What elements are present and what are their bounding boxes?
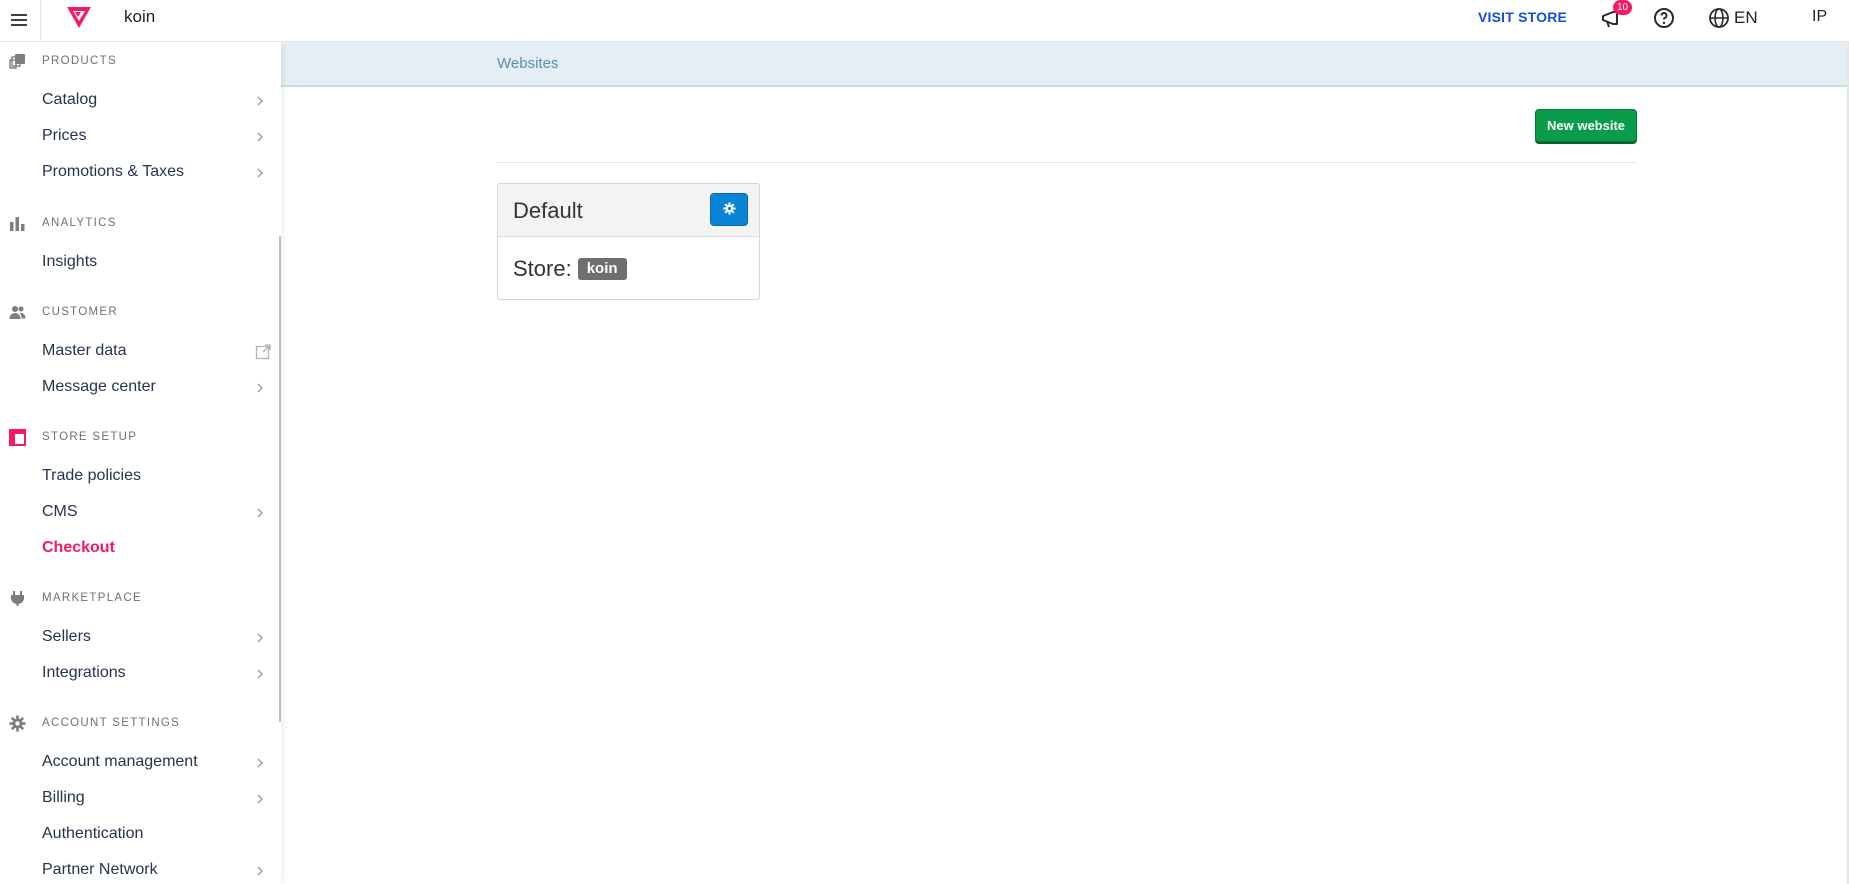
sidebar-item-label: Catalog: [42, 91, 98, 108]
plug-icon: [9, 590, 26, 607]
section-title: STORE SETUP: [42, 431, 138, 443]
store-setup-icon: [9, 429, 26, 446]
sidebar: PRODUCTS Catalog Prices Promotions & Tax…: [0, 42, 281, 884]
sidebar-item-sellers[interactable]: Sellers: [0, 622, 279, 654]
language-label: EN: [1734, 8, 1758, 27]
website-card: Default Store: koin: [497, 183, 760, 300]
notification-badge: 10: [1613, 0, 1632, 15]
store-label: Store:: [513, 256, 572, 281]
sidebar-item-label: CMS: [42, 503, 78, 520]
card-body: Store: koin: [513, 256, 627, 282]
visit-store-link[interactable]: VISIT STORE: [1478, 9, 1567, 25]
settings-button[interactable]: [710, 193, 748, 226]
sidebar-item-label: Partner Network: [42, 861, 158, 878]
divider: [497, 162, 1637, 163]
vtex-logo-icon[interactable]: [64, 4, 94, 30]
sidebar-item-prices[interactable]: Prices: [0, 121, 279, 153]
chevron-right-icon: [257, 669, 263, 679]
chevron-right-icon: [257, 132, 263, 142]
sidebar-item-label: Integrations: [42, 664, 126, 681]
external-link-icon: [255, 344, 271, 360]
sidebar-scrollbar[interactable]: [279, 236, 281, 722]
sidebar-item-authentication[interactable]: Authentication: [0, 819, 279, 851]
globe-icon: [1709, 8, 1729, 28]
sidebar-item-label: Account management: [42, 753, 198, 770]
sidebar-item-insights[interactable]: Insights: [0, 247, 279, 279]
sidebar-item-label: Insights: [42, 253, 98, 270]
sidebar-item-label: Authentication: [42, 825, 144, 842]
chevron-right-icon: [257, 96, 263, 106]
chevron-right-icon: [257, 758, 263, 768]
sidebar-item-checkout[interactable]: Checkout: [0, 533, 279, 565]
chevron-right-icon: [257, 383, 263, 393]
sidebar-item-label: Billing: [42, 789, 85, 806]
breadcrumb[interactable]: Websites: [497, 55, 558, 72]
sidebar-item-account-management[interactable]: Account management: [0, 747, 279, 779]
hamburger-menu-icon[interactable]: [8, 8, 32, 32]
sidebar-item-label: Master data: [42, 342, 127, 359]
chevron-right-icon: [257, 508, 263, 518]
products-icon: [9, 53, 26, 70]
chevron-right-icon: [257, 168, 263, 178]
user-avatar[interactable]: IP: [1812, 8, 1827, 26]
section-title: CUSTOMER: [42, 306, 118, 318]
sidebar-item-label: Prices: [42, 127, 87, 144]
sidebar-item-integrations[interactable]: Integrations: [0, 658, 279, 690]
sidebar-item-catalog[interactable]: Catalog: [0, 85, 279, 117]
section-title: MARKETPLACE: [42, 592, 142, 604]
sidebar-item-partner-network[interactable]: Partner Network: [0, 855, 279, 884]
sidebar-item-promotions-taxes[interactable]: Promotions & Taxes: [0, 157, 279, 189]
card-header: Default: [498, 184, 759, 237]
breadcrumb-bar: Websites: [281, 42, 1849, 87]
section-title: ANALYTICS: [42, 217, 117, 229]
sidebar-item-label: Checkout: [42, 539, 115, 556]
gear-icon: [723, 202, 736, 215]
section-title: ACCOUNT SETTINGS: [42, 717, 181, 729]
chevron-right-icon: [257, 633, 263, 643]
sidebar-item-message-center[interactable]: Message center: [0, 372, 279, 404]
website-title: Default: [513, 198, 583, 223]
topbar-divider: [40, 0, 41, 42]
sidebar-item-cms[interactable]: CMS: [0, 497, 279, 529]
language-selector[interactable]: EN: [1708, 6, 1758, 30]
sidebar-item-master-data[interactable]: Master data: [0, 336, 279, 368]
sidebar-item-billing[interactable]: Billing: [0, 783, 279, 815]
sidebar-item-trade-policies[interactable]: Trade policies: [0, 461, 279, 493]
sidebar-item-label: Trade policies: [42, 467, 142, 484]
sidebar-item-label: Message center: [42, 378, 156, 395]
sidebar-item-label: Sellers: [42, 628, 91, 645]
account-name: koin: [124, 7, 156, 26]
help-icon[interactable]: [1652, 6, 1676, 30]
store-badge: koin: [577, 258, 627, 280]
sidebar-item-label: Promotions & Taxes: [42, 163, 184, 180]
bar-chart-icon: [9, 215, 26, 232]
chevron-right-icon: [257, 794, 263, 804]
users-icon: [9, 304, 26, 321]
chevron-right-icon: [257, 866, 263, 876]
new-website-button[interactable]: New website: [1535, 109, 1637, 142]
gear-icon: [9, 715, 26, 732]
section-title: PRODUCTS: [42, 55, 117, 67]
top-bar: koin VISIT STORE 10 EN IP: [0, 0, 1849, 42]
